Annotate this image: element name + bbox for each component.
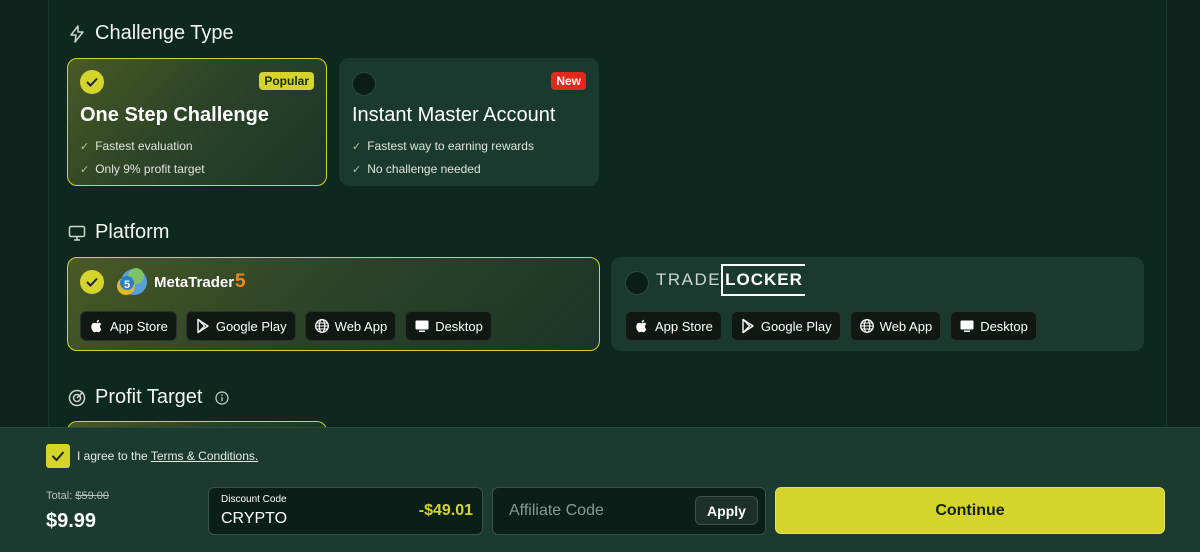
feature-label: Fastest way to earning rewards bbox=[367, 139, 534, 153]
web-app-button[interactable]: Web App bbox=[849, 311, 942, 341]
store-button-row: App Store Google Play Web App Desktop bbox=[625, 311, 1037, 341]
challenge-card-instant-master[interactable]: New Instant Master Account ✓ Fastest way … bbox=[339, 58, 599, 186]
web-app-button[interactable]: Web App bbox=[304, 311, 397, 341]
agree-label: I agree to the bbox=[77, 449, 151, 463]
feature-item: ✓ Only 9% profit target bbox=[80, 162, 205, 176]
profit-target-title: Profit Target bbox=[95, 386, 203, 408]
app-store-button[interactable]: App Store bbox=[625, 311, 722, 341]
app-store-button[interactable]: App Store bbox=[80, 311, 177, 341]
apple-icon bbox=[636, 319, 647, 333]
feature-item: ✓ No challenge needed bbox=[352, 162, 481, 176]
affiliate-code-field: Apply bbox=[492, 487, 766, 535]
check-icon: ✓ bbox=[80, 163, 90, 176]
globe-icon bbox=[859, 319, 874, 333]
brand-box: LOCKER bbox=[721, 264, 805, 296]
store-label: App Store bbox=[110, 318, 168, 334]
desktop-icon bbox=[415, 320, 429, 332]
profit-target-heading: Profit Target bbox=[67, 386, 230, 409]
target-icon bbox=[68, 389, 86, 406]
tradelocker-logo: TRADE LOCKER bbox=[656, 264, 805, 296]
affiliate-code-input[interactable] bbox=[507, 501, 691, 521]
discount-amount: -$49.01 bbox=[418, 502, 473, 519]
google-play-button[interactable]: Google Play bbox=[730, 311, 841, 341]
total-caption: Total: bbox=[46, 490, 73, 502]
brand-name: MetaTrader bbox=[154, 273, 235, 291]
info-icon[interactable] bbox=[214, 390, 230, 406]
store-label: Desktop bbox=[435, 318, 483, 334]
card-title: Instant Master Account bbox=[352, 104, 556, 126]
store-label: Web App bbox=[334, 318, 388, 334]
svg-text:5: 5 bbox=[124, 279, 130, 291]
challenge-card-one-step[interactable]: Popular One Step Challenge ✓ Fastest eval… bbox=[67, 58, 327, 186]
selected-check-icon bbox=[80, 70, 104, 94]
brand-number: 5 bbox=[235, 271, 246, 292]
checkbox-check-icon bbox=[51, 451, 65, 462]
store-label: Google Play bbox=[215, 318, 287, 334]
card-title: One Step Challenge bbox=[80, 104, 269, 126]
terms-agreement: I agree to the Terms & Conditions. bbox=[77, 449, 258, 463]
globe-icon bbox=[314, 319, 329, 333]
desktop-icon bbox=[960, 320, 974, 332]
apple-icon bbox=[91, 319, 102, 333]
store-label: Web App bbox=[879, 318, 933, 334]
new-badge: New bbox=[551, 72, 586, 90]
total-price: $9.99 bbox=[46, 510, 97, 532]
original-price: $59.00 bbox=[75, 490, 110, 502]
platform-title: Platform bbox=[95, 221, 170, 243]
unselected-radio[interactable] bbox=[352, 72, 376, 96]
monitor-icon bbox=[68, 225, 86, 241]
platform-card-tradelocker[interactable]: TRADE LOCKER App Store Google Play Web A… bbox=[611, 257, 1144, 351]
discount-code-value: CRYPTO bbox=[221, 510, 288, 527]
store-label: Desktop bbox=[980, 318, 1028, 334]
challenge-type-title: Challenge Type bbox=[95, 22, 234, 44]
lightning-icon bbox=[70, 24, 84, 43]
check-icon: ✓ bbox=[352, 140, 362, 153]
store-label: Google Play bbox=[760, 318, 832, 334]
check-icon: ✓ bbox=[352, 163, 362, 176]
platform-card-metatrader5[interactable]: 5 MetaTrader 5 App Store Google Play Web … bbox=[67, 257, 600, 351]
feature-label: No challenge needed bbox=[367, 162, 481, 176]
selected-check-icon bbox=[80, 270, 104, 294]
terms-checkbox[interactable] bbox=[46, 444, 70, 468]
google-play-icon bbox=[197, 318, 209, 334]
total-label: Total: $59.00 bbox=[46, 490, 109, 502]
feature-item: ✓ Fastest way to earning rewards bbox=[352, 139, 534, 153]
brand-name: TRADE bbox=[656, 270, 722, 289]
challenge-type-heading: Challenge Type bbox=[67, 22, 234, 45]
metatrader5-logo: 5 MetaTrader 5 bbox=[112, 264, 246, 300]
discount-code-field[interactable]: Discount Code CRYPTO -$49.01 bbox=[208, 487, 483, 535]
platform-heading: Platform bbox=[67, 221, 169, 244]
feature-label: Fastest evaluation bbox=[95, 139, 193, 153]
google-play-button[interactable]: Google Play bbox=[185, 311, 296, 341]
apply-button[interactable]: Apply bbox=[695, 496, 758, 525]
metatrader-icon: 5 bbox=[117, 268, 147, 295]
google-play-icon bbox=[742, 318, 754, 334]
feature-item: ✓ Fastest evaluation bbox=[80, 139, 193, 153]
check-icon: ✓ bbox=[80, 140, 90, 153]
terms-link[interactable]: Terms & Conditions. bbox=[151, 449, 258, 463]
store-button-row: App Store Google Play Web App Desktop bbox=[80, 311, 492, 341]
desktop-button[interactable]: Desktop bbox=[405, 311, 492, 341]
feature-label: Only 9% profit target bbox=[95, 162, 205, 176]
store-label: App Store bbox=[655, 318, 713, 334]
discount-label: Discount Code bbox=[221, 494, 287, 505]
continue-button[interactable]: Continue bbox=[775, 487, 1165, 534]
unselected-radio[interactable] bbox=[625, 271, 649, 295]
desktop-button[interactable]: Desktop bbox=[950, 311, 1037, 341]
popular-badge: Popular bbox=[259, 72, 314, 90]
